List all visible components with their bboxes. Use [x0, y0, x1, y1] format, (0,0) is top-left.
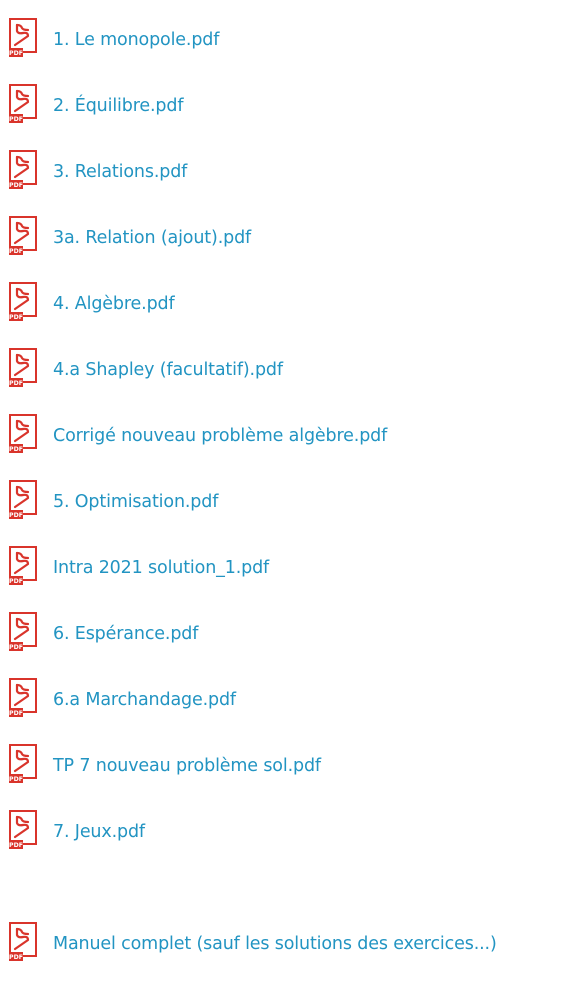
file-item[interactable]: PDF 4.a Shapley (facultatif).pdf	[0, 348, 584, 392]
file-link-label[interactable]: Intra 2021 solution_1.pdf	[53, 557, 269, 579]
file-link-label[interactable]: 4.a Shapley (facultatif).pdf	[53, 359, 283, 381]
file-link-label[interactable]: Manuel complet (sauf les solutions des e…	[53, 933, 497, 955]
file-item[interactable]: PDF 3. Relations.pdf	[0, 150, 584, 194]
file-link-label[interactable]: 2. Équilibre.pdf	[53, 95, 183, 117]
pdf-file-icon: PDF	[8, 922, 44, 966]
svg-text:PDF: PDF	[9, 954, 23, 961]
svg-text:PDF: PDF	[9, 776, 23, 783]
pdf-file-icon: PDF	[8, 348, 44, 392]
svg-text:PDF: PDF	[9, 644, 23, 651]
file-link-label[interactable]: 3a. Relation (ajout).pdf	[53, 227, 251, 249]
svg-text:PDF: PDF	[9, 446, 23, 453]
svg-text:PDF: PDF	[9, 50, 23, 57]
svg-text:PDF: PDF	[9, 182, 23, 189]
file-item[interactable]: PDF 3a. Relation (ajout).pdf	[0, 216, 584, 260]
file-item[interactable]: PDF 1. Le monopole.pdf	[0, 18, 584, 62]
svg-text:PDF: PDF	[9, 842, 23, 849]
pdf-file-icon: PDF	[8, 282, 44, 326]
file-link-label[interactable]: 3. Relations.pdf	[53, 161, 187, 183]
file-item[interactable]: PDF Corrigé nouveau problème algèbre.pdf	[0, 414, 584, 458]
pdf-file-icon: PDF	[8, 810, 44, 854]
file-item[interactable]: PDF 6.a Marchandage.pdf	[0, 678, 584, 722]
svg-text:PDF: PDF	[9, 578, 23, 585]
pdf-file-icon: PDF	[8, 744, 44, 788]
pdf-file-icon: PDF	[8, 150, 44, 194]
file-link-label[interactable]: 4. Algèbre.pdf	[53, 293, 175, 315]
pdf-file-icon: PDF	[8, 414, 44, 458]
file-item[interactable]: PDF 2. Équilibre.pdf	[0, 84, 584, 128]
svg-text:PDF: PDF	[9, 710, 23, 717]
pdf-file-list: PDF 1. Le monopole.pdf PDF 2. Équilibre.…	[0, 0, 584, 988]
file-item[interactable]: PDF 6. Espérance.pdf	[0, 612, 584, 656]
pdf-file-icon: PDF	[8, 216, 44, 260]
file-item[interactable]: PDF 4. Algèbre.pdf	[0, 282, 584, 326]
svg-text:PDF: PDF	[9, 116, 23, 123]
svg-text:PDF: PDF	[9, 380, 23, 387]
pdf-file-icon: PDF	[8, 18, 44, 62]
svg-text:PDF: PDF	[9, 248, 23, 255]
file-link-label[interactable]: 6. Espérance.pdf	[53, 623, 198, 645]
pdf-file-icon: PDF	[8, 678, 44, 722]
pdf-file-icon: PDF	[8, 612, 44, 656]
svg-text:PDF: PDF	[9, 512, 23, 519]
pdf-file-icon: PDF	[8, 480, 44, 524]
pdf-file-icon: PDF	[8, 546, 44, 590]
file-item[interactable]: PDF 5. Optimisation.pdf	[0, 480, 584, 524]
file-link-label[interactable]: 5. Optimisation.pdf	[53, 491, 218, 513]
file-link-label[interactable]: 6.a Marchandage.pdf	[53, 689, 236, 711]
file-item[interactable]: PDF 7. Jeux.pdf	[0, 810, 584, 854]
file-link-label[interactable]: Corrigé nouveau problème algèbre.pdf	[53, 425, 387, 447]
file-item[interactable]: PDF Manuel complet (sauf les solutions d…	[0, 922, 584, 966]
pdf-file-icon: PDF	[8, 84, 44, 128]
file-link-label[interactable]: 1. Le monopole.pdf	[53, 29, 219, 51]
file-item[interactable]: PDF Intra 2021 solution_1.pdf	[0, 546, 584, 590]
file-link-label[interactable]: TP 7 nouveau problème sol.pdf	[53, 755, 321, 777]
svg-text:PDF: PDF	[9, 314, 23, 321]
file-link-label[interactable]: 7. Jeux.pdf	[53, 821, 145, 843]
file-item[interactable]: PDF TP 7 nouveau problème sol.pdf	[0, 744, 584, 788]
